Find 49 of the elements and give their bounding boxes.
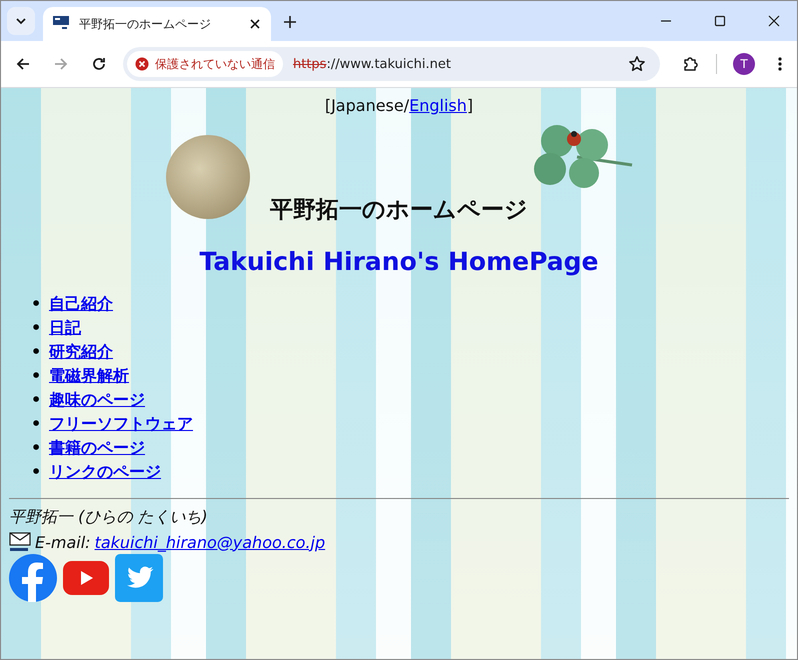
bullet-mark: •: [31, 389, 42, 411]
back-icon[interactable]: [15, 56, 31, 72]
close-icon[interactable]: [768, 15, 780, 27]
bracket-text: [: [324, 96, 332, 115]
menu-link[interactable]: 電磁界解析: [49, 366, 129, 385]
url-text: https://www.takuichi.net: [293, 56, 451, 72]
menu-link[interactable]: 研究紹介: [49, 342, 113, 361]
close-tab-icon[interactable]: [249, 18, 261, 30]
bullet-mark: •: [31, 437, 42, 459]
address-bar[interactable]: 保護されていない通信 https://www.takuichi.net: [123, 47, 660, 81]
tab-search-button[interactable]: [7, 7, 35, 35]
tab-title: 平野拓一のホームページ: [79, 16, 211, 32]
bullet-mark: •: [31, 413, 42, 435]
author-name: 平野拓一 (ひらの たくいち): [9, 507, 209, 528]
current-language: Japanese: [331, 96, 404, 115]
maximize-icon[interactable]: [714, 15, 726, 27]
language-link[interactable]: English: [409, 96, 467, 115]
menu-link[interactable]: リンクのページ: [49, 462, 161, 481]
reload-icon[interactable]: [91, 56, 107, 72]
page-title: 平野拓一のホームページ: [270, 197, 528, 225]
facebook-icon[interactable]: [9, 554, 57, 602]
menu-link[interactable]: 趣味のページ: [49, 390, 145, 409]
security-label: 保護されていない通信: [155, 56, 275, 72]
youtube-icon[interactable]: [63, 561, 109, 595]
extensions-icon[interactable]: [682, 55, 700, 73]
menu-link[interactable]: 書籍のページ: [49, 438, 145, 457]
email-label: E-mail:: [35, 532, 91, 552]
menu-link[interactable]: 自己紹介: [49, 294, 113, 313]
bullet-mark: •: [31, 317, 42, 339]
bookmark-star-icon[interactable]: [628, 55, 646, 73]
warning-icon: [135, 57, 149, 71]
bullet-mark: •: [31, 341, 42, 363]
page-subtitle: Takuichi Hirano's HomePage: [198, 247, 600, 276]
bullet-mark: •: [31, 293, 42, 315]
profile-avatar[interactable]: T: [733, 53, 755, 75]
menu-icon[interactable]: [777, 56, 783, 72]
bracket-text: ]: [466, 96, 474, 115]
bird-icon[interactable]: [115, 554, 163, 602]
bullet-mark: •: [31, 365, 42, 387]
mail-icon: [9, 532, 31, 552]
security-chip[interactable]: 保護されていない通信: [127, 51, 283, 77]
bullet-mark: •: [31, 461, 42, 483]
separator-text: /: [404, 96, 410, 115]
menu-link[interactable]: 日記: [49, 318, 81, 337]
browser-tab[interactable]: 平野拓一のホームページ: [43, 7, 271, 41]
email-link[interactable]: takuichi_hirano@yahoo.co.jp: [94, 532, 326, 552]
favicon-icon: [53, 16, 69, 32]
new-tab-icon[interactable]: [283, 15, 297, 29]
menu-link[interactable]: フリーソフトウェア: [49, 414, 193, 433]
